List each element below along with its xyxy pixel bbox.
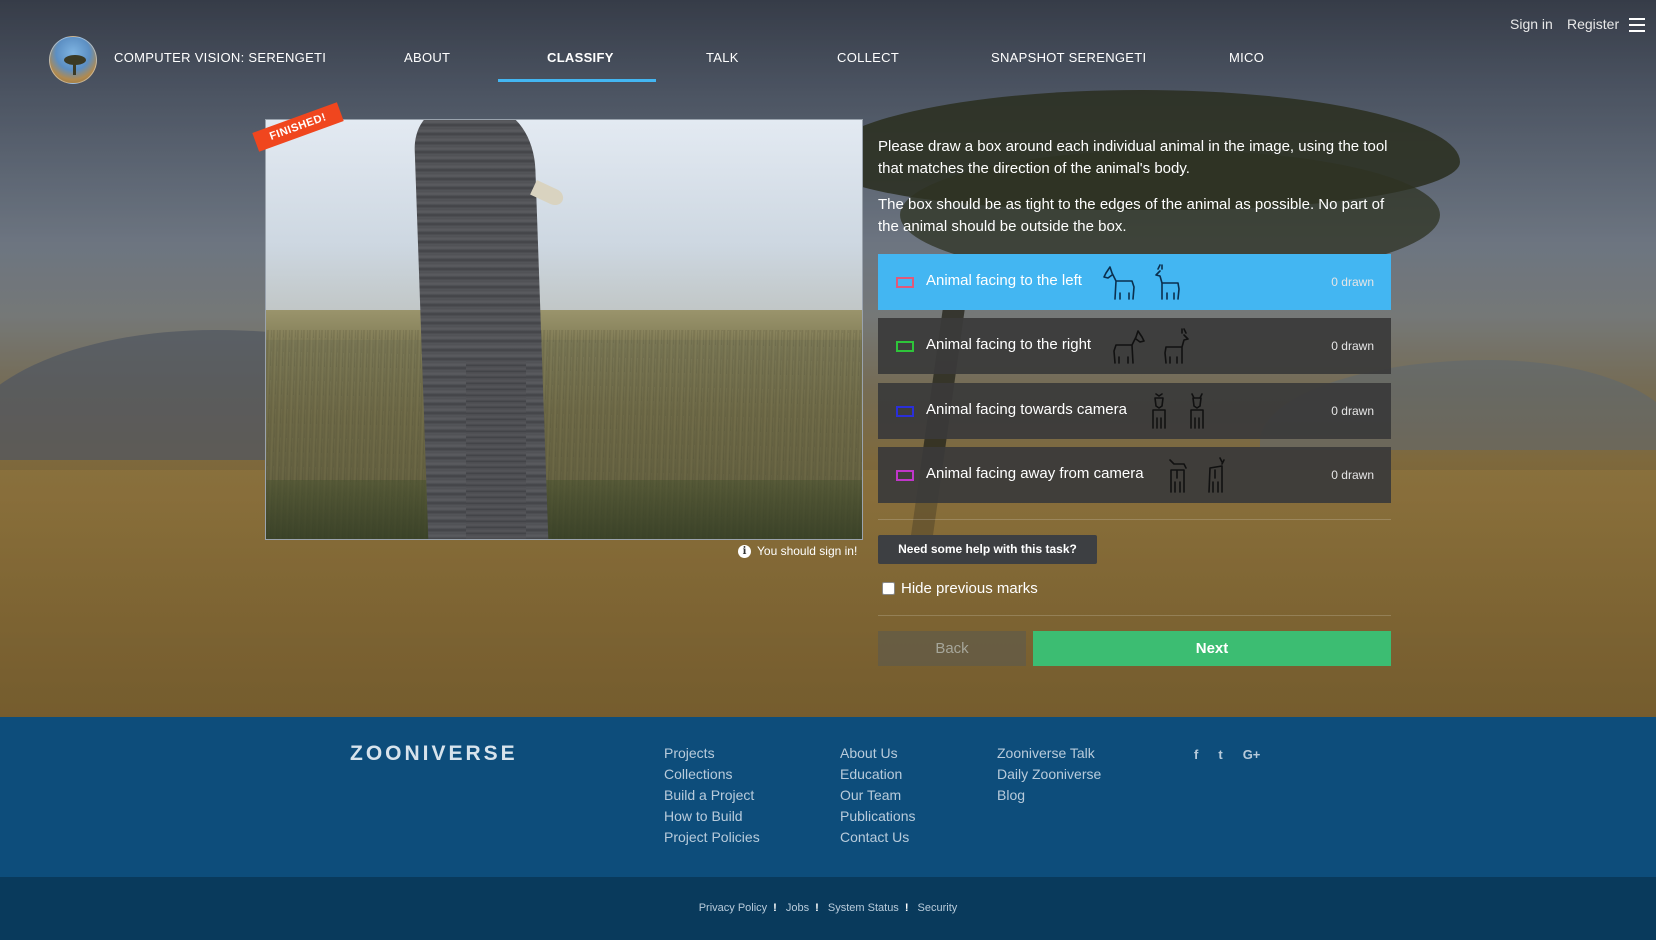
tab-snapshot-serengeti[interactable]: SNAPSHOT SERENGETI (991, 50, 1146, 65)
system-status-link[interactable]: System Status (828, 902, 899, 914)
help-button[interactable]: Need some help with this task? (878, 535, 1097, 564)
footer-link[interactable]: Our Team (840, 787, 916, 803)
next-button[interactable]: Next (1033, 631, 1391, 666)
social-links: f t G+ (1194, 747, 1260, 762)
site-footer: ZOONIVERSE Projects Collections Build a … (0, 717, 1656, 877)
zebra-right-icon (1113, 330, 1145, 364)
footer-link[interactable]: Projects (664, 745, 760, 761)
tool-label: Animal facing towards camera (926, 401, 1127, 418)
tab-collect[interactable]: COLLECT (837, 50, 899, 65)
deer-left-icon (1155, 264, 1180, 300)
tab-about[interactable]: ABOUT (404, 50, 450, 65)
tool-label: Animal facing to the right (926, 336, 1092, 353)
tab-mico[interactable]: MICO (1229, 50, 1264, 65)
tool-count: 0 drawn (1331, 468, 1374, 482)
zebra-left-icon (1103, 266, 1135, 300)
tool-count: 0 drawn (1331, 275, 1374, 289)
active-tab-indicator (498, 79, 656, 82)
tab-talk[interactable]: TALK (706, 50, 739, 65)
privacy-policy-link[interactable]: Privacy Policy (699, 902, 767, 914)
hide-marks-checkbox[interactable] (882, 582, 895, 595)
tool-label: Animal facing away from camera (926, 465, 1144, 482)
tool-color-swatch (896, 277, 914, 288)
footer-link[interactable]: Daily Zooniverse (997, 766, 1101, 782)
security-link[interactable]: Security (918, 902, 958, 914)
google-plus-icon[interactable]: G+ (1243, 747, 1261, 762)
sign-in-warning: i You should sign in! (738, 544, 857, 558)
animal-icons (1144, 392, 1212, 432)
tool-facing-left[interactable]: Animal facing to the left 0 drawn (878, 254, 1391, 310)
deer-right-icon (1164, 328, 1189, 364)
project-title[interactable]: COMPUTER VISION: SERENGETI (114, 50, 326, 65)
legal-bar: Privacy Policy! Jobs! System Status! Sec… (0, 877, 1656, 940)
footer-links-about: About Us Education Our Team Publications… (840, 745, 916, 845)
sign-in-link[interactable]: Sign in (1510, 16, 1553, 32)
footer-link[interactable]: Contact Us (840, 829, 916, 845)
tool-count: 0 drawn (1331, 339, 1374, 353)
sign-in-warning-text: You should sign in! (757, 544, 858, 558)
footer-link[interactable]: How to Build (664, 808, 760, 824)
tool-label: Animal facing to the left (926, 272, 1082, 289)
hide-marks-label: Hide previous marks (901, 580, 1038, 597)
animal-icons (1108, 327, 1196, 367)
tool-color-swatch (896, 406, 914, 417)
tool-color-swatch (896, 470, 914, 481)
facebook-icon[interactable]: f (1194, 747, 1198, 762)
hide-marks-toggle[interactable]: Hide previous marks (882, 580, 1038, 597)
jobs-link[interactable]: Jobs (786, 902, 809, 914)
info-icon: i (738, 544, 751, 558)
tool-count: 0 drawn (1331, 404, 1374, 418)
footer-link[interactable]: About Us (840, 745, 916, 761)
deer-front-icon (1190, 393, 1204, 429)
animal-icons (1100, 263, 1188, 303)
footer-link[interactable]: Project Policies (664, 829, 760, 845)
menu-icon[interactable] (1629, 18, 1645, 32)
instruction-paragraph: The box should be as tight to the edges … (878, 196, 1385, 235)
footer-link[interactable]: Collections (664, 766, 760, 782)
legal-links: Privacy Policy! Jobs! System Status! Sec… (698, 902, 958, 914)
instruction-paragraph: Please draw a box around each individual… (878, 138, 1388, 177)
back-button[interactable]: Back (878, 631, 1026, 666)
subject-image[interactable] (265, 119, 863, 540)
register-link[interactable]: Register (1567, 16, 1619, 32)
zebra-front-icon (1152, 393, 1166, 429)
animal-icons (1162, 456, 1230, 496)
footer-link[interactable]: Publications (840, 808, 916, 824)
footer-link[interactable]: Blog (997, 787, 1101, 803)
zooniverse-logo[interactable]: ZOONIVERSE (350, 742, 518, 766)
tool-facing-camera[interactable]: Animal facing towards camera 0 drawn (878, 383, 1391, 439)
tab-classify[interactable]: CLASSIFY (547, 50, 614, 65)
task-instructions: Please draw a box around each individual… (878, 136, 1398, 252)
footer-link[interactable]: Education (840, 766, 916, 782)
project-avatar[interactable] (49, 36, 97, 84)
footer-link[interactable]: Zooniverse Talk (997, 745, 1101, 761)
tool-facing-right[interactable]: Animal facing to the right 0 drawn (878, 318, 1391, 374)
divider (878, 519, 1391, 520)
tool-color-swatch (896, 341, 914, 352)
divider (878, 615, 1391, 616)
footer-link[interactable]: Build a Project (664, 787, 760, 803)
footer-links-projects: Projects Collections Build a Project How… (664, 745, 760, 845)
footer-links-talk: Zooniverse Talk Daily Zooniverse Blog (997, 745, 1101, 803)
site-header: COMPUTER VISION: SERENGETI ABOUT CLASSIF… (0, 0, 1656, 90)
deer-back-icon (1208, 457, 1225, 493)
tool-facing-away[interactable]: Animal facing away from camera 0 drawn (878, 447, 1391, 503)
twitter-icon[interactable]: t (1218, 747, 1222, 762)
zebra-back-icon (1169, 459, 1187, 493)
